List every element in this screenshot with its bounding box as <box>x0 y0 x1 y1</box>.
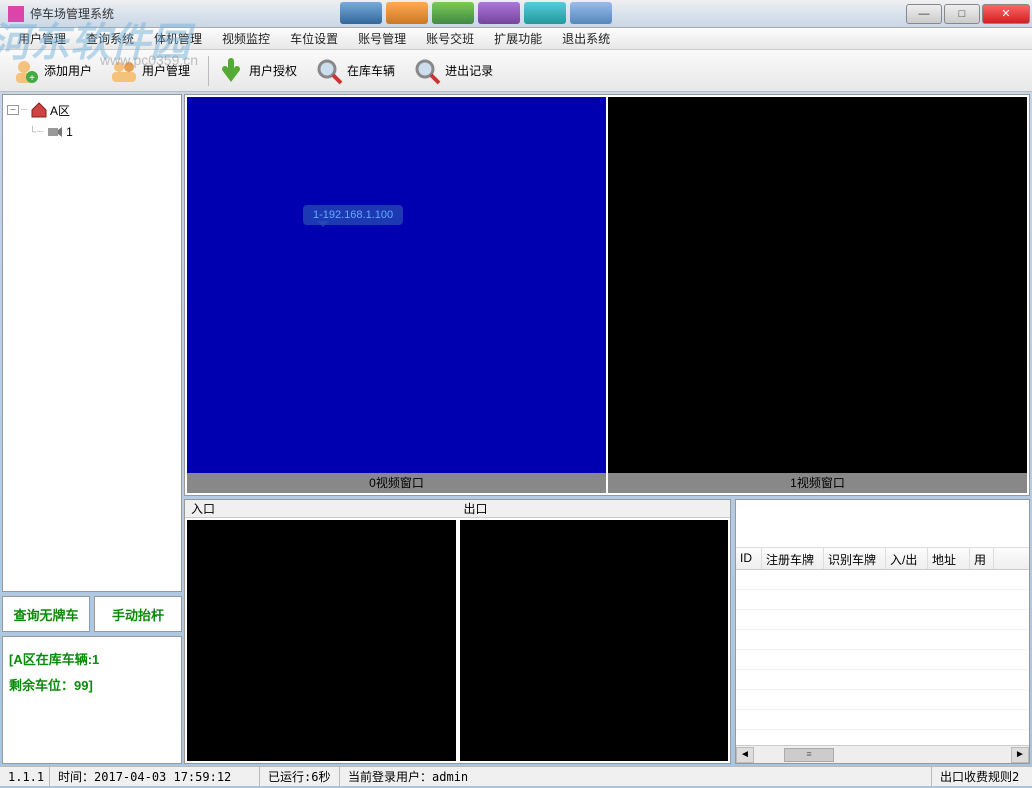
tree-child-row[interactable]: └┈ 1 <box>7 121 177 143</box>
menu-account-manage[interactable]: 账号管理 <box>348 30 416 47</box>
scroll-left-button[interactable]: ◄ <box>736 747 754 763</box>
parking-info: [A区在库车辆:1 剩余车位：99] <box>2 636 182 764</box>
table-row[interactable] <box>736 590 1029 610</box>
table-row[interactable] <box>736 710 1029 730</box>
zone-tree[interactable]: − ┈ A区 └┈ 1 <box>2 94 182 592</box>
status-time: 时间：2017-04-03 17:59:12 <box>50 767 260 786</box>
status-user: 当前登录用户：admin <box>340 767 932 786</box>
table-row[interactable] <box>736 650 1029 670</box>
camera-icon <box>46 123 64 141</box>
tree-collapse-icon[interactable]: − <box>7 105 19 115</box>
search-icon <box>413 57 441 85</box>
tool-user-auth-label: 用户授权 <box>249 62 297 79</box>
tree-root-label: A区 <box>50 102 70 119</box>
records-header: ID 注册车牌 识别车牌 入/出 地址 用 <box>736 548 1029 570</box>
col-rec-plate[interactable]: 识别车牌 <box>824 548 886 569</box>
maximize-button[interactable]: □ <box>944 4 980 24</box>
tree-connector: ┈ <box>21 105 28 116</box>
info-in-stock: [A区在库车辆:1 <box>9 647 175 673</box>
close-button[interactable]: ✕ <box>982 4 1030 24</box>
status-runtime: 已运行:6秒 <box>260 767 340 786</box>
manual-lift-button[interactable]: 手动抬杆 <box>94 596 182 632</box>
menubar: 用户管理 查询系统 体机管理 视频监控 车位设置 账号管理 账号交班 扩展功能 … <box>0 28 1032 50</box>
records-body[interactable] <box>736 570 1029 740</box>
records-blank-top <box>736 500 1029 548</box>
info-remaining: 剩余车位：99] <box>9 673 175 699</box>
toolbar: + 添加用户 用户管理 用户授权 在库车辆 进出记录 <box>0 50 1032 92</box>
records-panel: ID 注册车牌 识别车牌 入/出 地址 用 <box>735 499 1030 764</box>
video-label-1: 1视频窗口 <box>608 473 1027 493</box>
minimize-button[interactable]: — <box>906 4 942 24</box>
records-grid[interactable]: ID 注册车牌 识别车牌 入/出 地址 用 <box>736 548 1029 745</box>
decorative-pills <box>340 2 612 24</box>
menu-user-manage[interactable]: 用户管理 <box>8 30 76 47</box>
tool-user-manage-label: 用户管理 <box>142 62 190 79</box>
menu-exit[interactable]: 退出系统 <box>552 30 620 47</box>
horizontal-scrollbar[interactable]: ◄ ≡ ► <box>736 745 1029 763</box>
tool-in-vehicles-label: 在库车辆 <box>347 62 395 79</box>
scroll-right-button[interactable]: ► <box>1011 747 1029 763</box>
tool-in-vehicles[interactable]: 在库车辆 <box>311 53 409 89</box>
col-id[interactable]: ID <box>736 548 762 569</box>
download-arrow-icon <box>217 57 245 85</box>
query-no-plate-button[interactable]: 查询无牌车 <box>2 596 90 632</box>
scroll-thumb[interactable]: ≡ <box>784 748 834 762</box>
tree-connector: └┈ <box>29 127 44 138</box>
svg-text:+: + <box>29 73 35 84</box>
search-icon <box>315 57 343 85</box>
exit-image[interactable] <box>460 520 729 761</box>
menu-machine-manage[interactable]: 体机管理 <box>144 30 212 47</box>
menu-extensions[interactable]: 扩展功能 <box>484 30 552 47</box>
video-ip-tooltip: 1-192.168.1.100 <box>303 205 403 225</box>
menu-parking-setting[interactable]: 车位设置 <box>280 30 348 47</box>
tool-add-user[interactable]: + 添加用户 <box>8 53 106 89</box>
exit-header: 出口 <box>458 500 731 518</box>
col-user[interactable]: 用 <box>970 548 994 569</box>
toolbar-separator <box>208 56 209 86</box>
tool-add-user-label: 添加用户 <box>44 62 92 79</box>
entry-header: 入口 <box>185 500 458 518</box>
menu-account-shift[interactable]: 账号交班 <box>416 30 484 47</box>
statusbar: 1.1.1 时间：2017-04-03 17:59:12 已运行:6秒 当前登录… <box>0 766 1032 786</box>
tree-child-label: 1 <box>66 125 73 139</box>
tool-user-manage[interactable]: 用户管理 <box>106 53 204 89</box>
table-row[interactable] <box>736 610 1029 630</box>
entry-image[interactable] <box>187 520 456 761</box>
menu-query-system[interactable]: 查询系统 <box>76 30 144 47</box>
video-label-0: 0视频窗口 <box>187 473 606 493</box>
col-address[interactable]: 地址 <box>928 548 970 569</box>
tool-io-records-label: 进出记录 <box>445 62 493 79</box>
menu-video-monitor[interactable]: 视频监控 <box>212 30 280 47</box>
video-pane-1[interactable] <box>608 97 1027 473</box>
status-fee-rule: 出口收费规则2 <box>932 767 1032 786</box>
status-version: 1.1.1 <box>0 767 50 786</box>
home-icon <box>30 101 48 119</box>
table-row[interactable] <box>736 670 1029 690</box>
table-row[interactable] <box>736 690 1029 710</box>
app-icon <box>8 6 24 22</box>
video-pane-0[interactable]: 1-192.168.1.100 <box>187 97 606 473</box>
user-add-icon: + <box>12 57 40 85</box>
table-row[interactable] <box>736 630 1029 650</box>
col-direction[interactable]: 入/出 <box>886 548 928 569</box>
tool-io-records[interactable]: 进出记录 <box>409 53 507 89</box>
col-reg-plate[interactable]: 注册车牌 <box>762 548 824 569</box>
io-panel: 入口 出口 <box>184 499 731 764</box>
table-row[interactable] <box>736 570 1029 590</box>
tree-root-row[interactable]: − ┈ A区 <box>7 99 177 121</box>
tool-user-auth[interactable]: 用户授权 <box>213 53 311 89</box>
video-panel: 1-192.168.1.100 0视频窗口 1视频窗口 <box>184 94 1030 496</box>
users-icon <box>110 57 138 85</box>
